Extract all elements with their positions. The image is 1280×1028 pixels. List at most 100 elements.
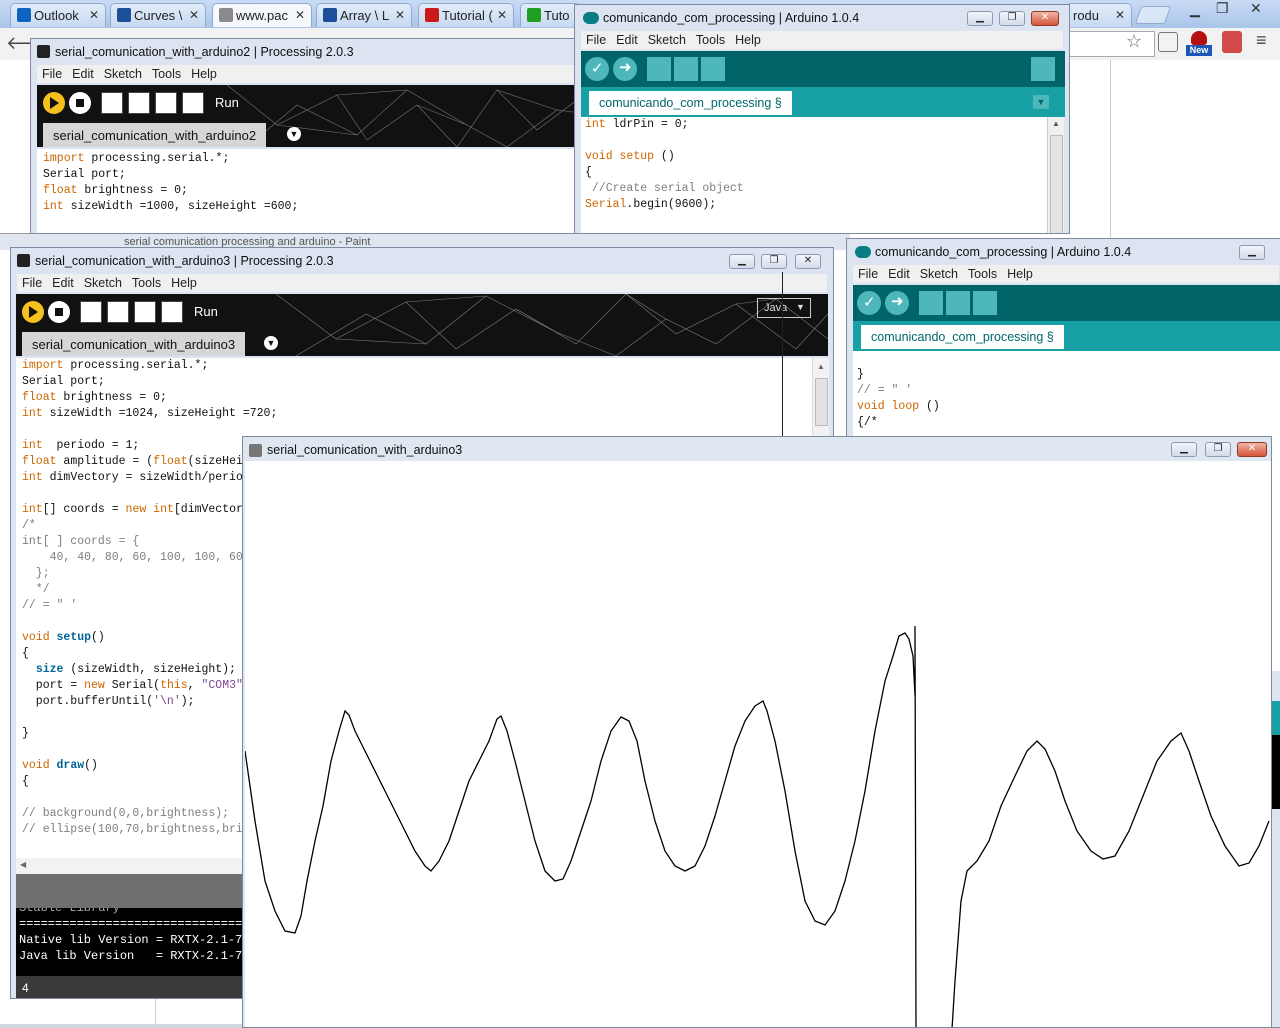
scroll-up-icon[interactable]: ▲: [817, 362, 825, 371]
new-sketch-button[interactable]: [101, 92, 123, 114]
browser-tab[interactable]: Tutorial (✕: [418, 3, 514, 27]
sketch-canvas[interactable]: [245, 461, 1271, 1027]
close-button[interactable]: ✕: [795, 254, 821, 269]
close-button[interactable]: ✕: [1237, 442, 1267, 457]
maximize-button[interactable]: ❐: [761, 254, 787, 269]
arduino2-tab[interactable]: comunicando_com_processing §: [861, 325, 1064, 349]
code-line: Serial port;: [22, 374, 816, 390]
menu-item[interactable]: Help: [735, 31, 761, 47]
browser-tab[interactable]: Tuto: [520, 3, 580, 27]
check-icon: ✓: [863, 294, 876, 311]
address-bar[interactable]: [1070, 31, 1155, 57]
menu-item[interactable]: File: [586, 31, 606, 47]
close-icon[interactable]: ✕: [1115, 8, 1125, 22]
processing2-tab[interactable]: serial_comunication_with_arduino2: [43, 123, 267, 147]
tab-menu-chevron-down-icon[interactable]: ▼: [1033, 95, 1049, 109]
code-token: // background(0,0,brightness);: [22, 807, 230, 820]
menu-item[interactable]: Sketch: [84, 274, 122, 290]
maximize-button[interactable]: ❐: [1205, 442, 1231, 457]
sensor-waveform-resume: [951, 731, 1270, 1027]
open-sketch-button[interactable]: [107, 301, 129, 323]
menu-item[interactable]: Help: [171, 274, 197, 290]
maximize-button[interactable]: ❐: [999, 11, 1025, 26]
save-sketch-button[interactable]: [134, 301, 156, 323]
serial-monitor-button[interactable]: [1031, 57, 1055, 81]
menu-item[interactable]: Sketch: [920, 265, 958, 281]
code-token: Serial(: [104, 679, 161, 692]
menu-item[interactable]: Tools: [968, 265, 997, 281]
browser-tab-label: www.pac: [236, 8, 289, 23]
code-token: brightness = 0;: [56, 391, 167, 404]
close-icon[interactable]: ✕: [1250, 0, 1262, 17]
menu-item[interactable]: Edit: [616, 31, 638, 47]
minimize-button[interactable]: ▁: [1239, 245, 1265, 260]
close-icon[interactable]: ✕: [295, 8, 305, 22]
tab-menu-chevron-down-icon[interactable]: ▼: [264, 336, 278, 350]
minimize-icon[interactable]: ▁: [1190, 2, 1200, 18]
menu-item[interactable]: Sketch: [104, 65, 142, 81]
minimize-button[interactable]: ▁: [729, 254, 755, 269]
menu-item[interactable]: Tools: [152, 65, 181, 81]
code-line: }: [857, 367, 1280, 383]
menu-item[interactable]: Tools: [132, 274, 161, 290]
save-button[interactable]: [701, 57, 725, 81]
scroll-thumb[interactable]: [1050, 135, 1063, 233]
menu-item[interactable]: File: [22, 274, 42, 290]
browser-tab-far[interactable]: rodu ✕: [1066, 3, 1132, 27]
browser-tab[interactable]: Curves \ ✕: [110, 3, 206, 27]
browser-tab[interactable]: Outlook ✕: [10, 3, 106, 27]
code-line: // = " ': [857, 383, 1280, 399]
menu-item[interactable]: Tools: [696, 31, 725, 47]
save-button[interactable]: [973, 291, 997, 315]
close-button[interactable]: ✕: [1031, 11, 1059, 26]
menu-item[interactable]: File: [42, 65, 62, 81]
browser-tab[interactable]: Array \ L ✕: [316, 3, 412, 27]
minimize-button[interactable]: ▁: [967, 11, 993, 26]
processing3-tab[interactable]: serial_comunication_with_arduino3: [22, 332, 246, 356]
mode-selector[interactable]: Java ▼: [757, 298, 811, 318]
menu-item[interactable]: File: [858, 265, 878, 281]
open-button[interactable]: [674, 57, 698, 81]
new-button[interactable]: [647, 57, 671, 81]
close-icon[interactable]: ✕: [395, 8, 405, 22]
tab-menu-chevron-down-icon[interactable]: ▼: [287, 127, 301, 141]
menu-item[interactable]: Edit: [888, 265, 910, 281]
code-token: (): [654, 150, 675, 163]
menu-item[interactable]: Help: [191, 65, 217, 81]
minimize-button[interactable]: ▁: [1171, 442, 1197, 457]
extension-icon[interactable]: [1158, 32, 1178, 52]
menu-item[interactable]: Edit: [52, 274, 74, 290]
scroll-thumb[interactable]: [815, 378, 828, 426]
maximize-icon[interactable]: ❐: [1216, 0, 1229, 17]
code-line: {: [585, 165, 1051, 181]
arduino1-tab[interactable]: comunicando_com_processing §: [589, 91, 792, 115]
open-button[interactable]: [946, 291, 970, 315]
scroll-up-icon[interactable]: ▲: [1052, 119, 1060, 128]
save-sketch-button[interactable]: [155, 92, 177, 114]
browser-tab[interactable]: www.pac ✕: [212, 3, 312, 27]
code-token: void: [585, 150, 613, 163]
scroll-left-icon[interactable]: ◀: [20, 860, 26, 869]
new-button[interactable]: [919, 291, 943, 315]
sensor-waveform: [245, 625, 917, 1027]
code-token: {: [585, 166, 592, 179]
export-button[interactable]: [182, 92, 204, 114]
close-icon[interactable]: ✕: [189, 8, 199, 22]
menu-icon[interactable]: ≡: [1256, 30, 1267, 51]
close-icon[interactable]: ✕: [497, 8, 507, 22]
arduino2-status-strip: [1271, 701, 1280, 735]
menu-item[interactable]: Help: [1007, 265, 1033, 281]
star-icon[interactable]: ☆: [1126, 31, 1142, 52]
open-sketch-button[interactable]: [128, 92, 150, 114]
menu-item[interactable]: Edit: [72, 65, 94, 81]
menu-item[interactable]: Sketch: [648, 31, 686, 47]
extension-red-icon[interactable]: [1222, 31, 1242, 53]
arduino1-scrollbar[interactable]: ▲: [1047, 117, 1064, 233]
new-sketch-button[interactable]: [80, 301, 102, 323]
new-badge[interactable]: New: [1186, 31, 1212, 57]
export-button[interactable]: [161, 301, 183, 323]
processing2-editor[interactable]: import processing.serial.*; Serial port; f…: [37, 149, 589, 233]
arduino1-editor[interactable]: int ldrPin = 0; void setup (){ //Create s…: [581, 117, 1051, 233]
close-icon[interactable]: ✕: [89, 8, 99, 22]
processing3-toolbar: Run Java ▼ serial_comunication_with_ardu…: [16, 294, 828, 356]
